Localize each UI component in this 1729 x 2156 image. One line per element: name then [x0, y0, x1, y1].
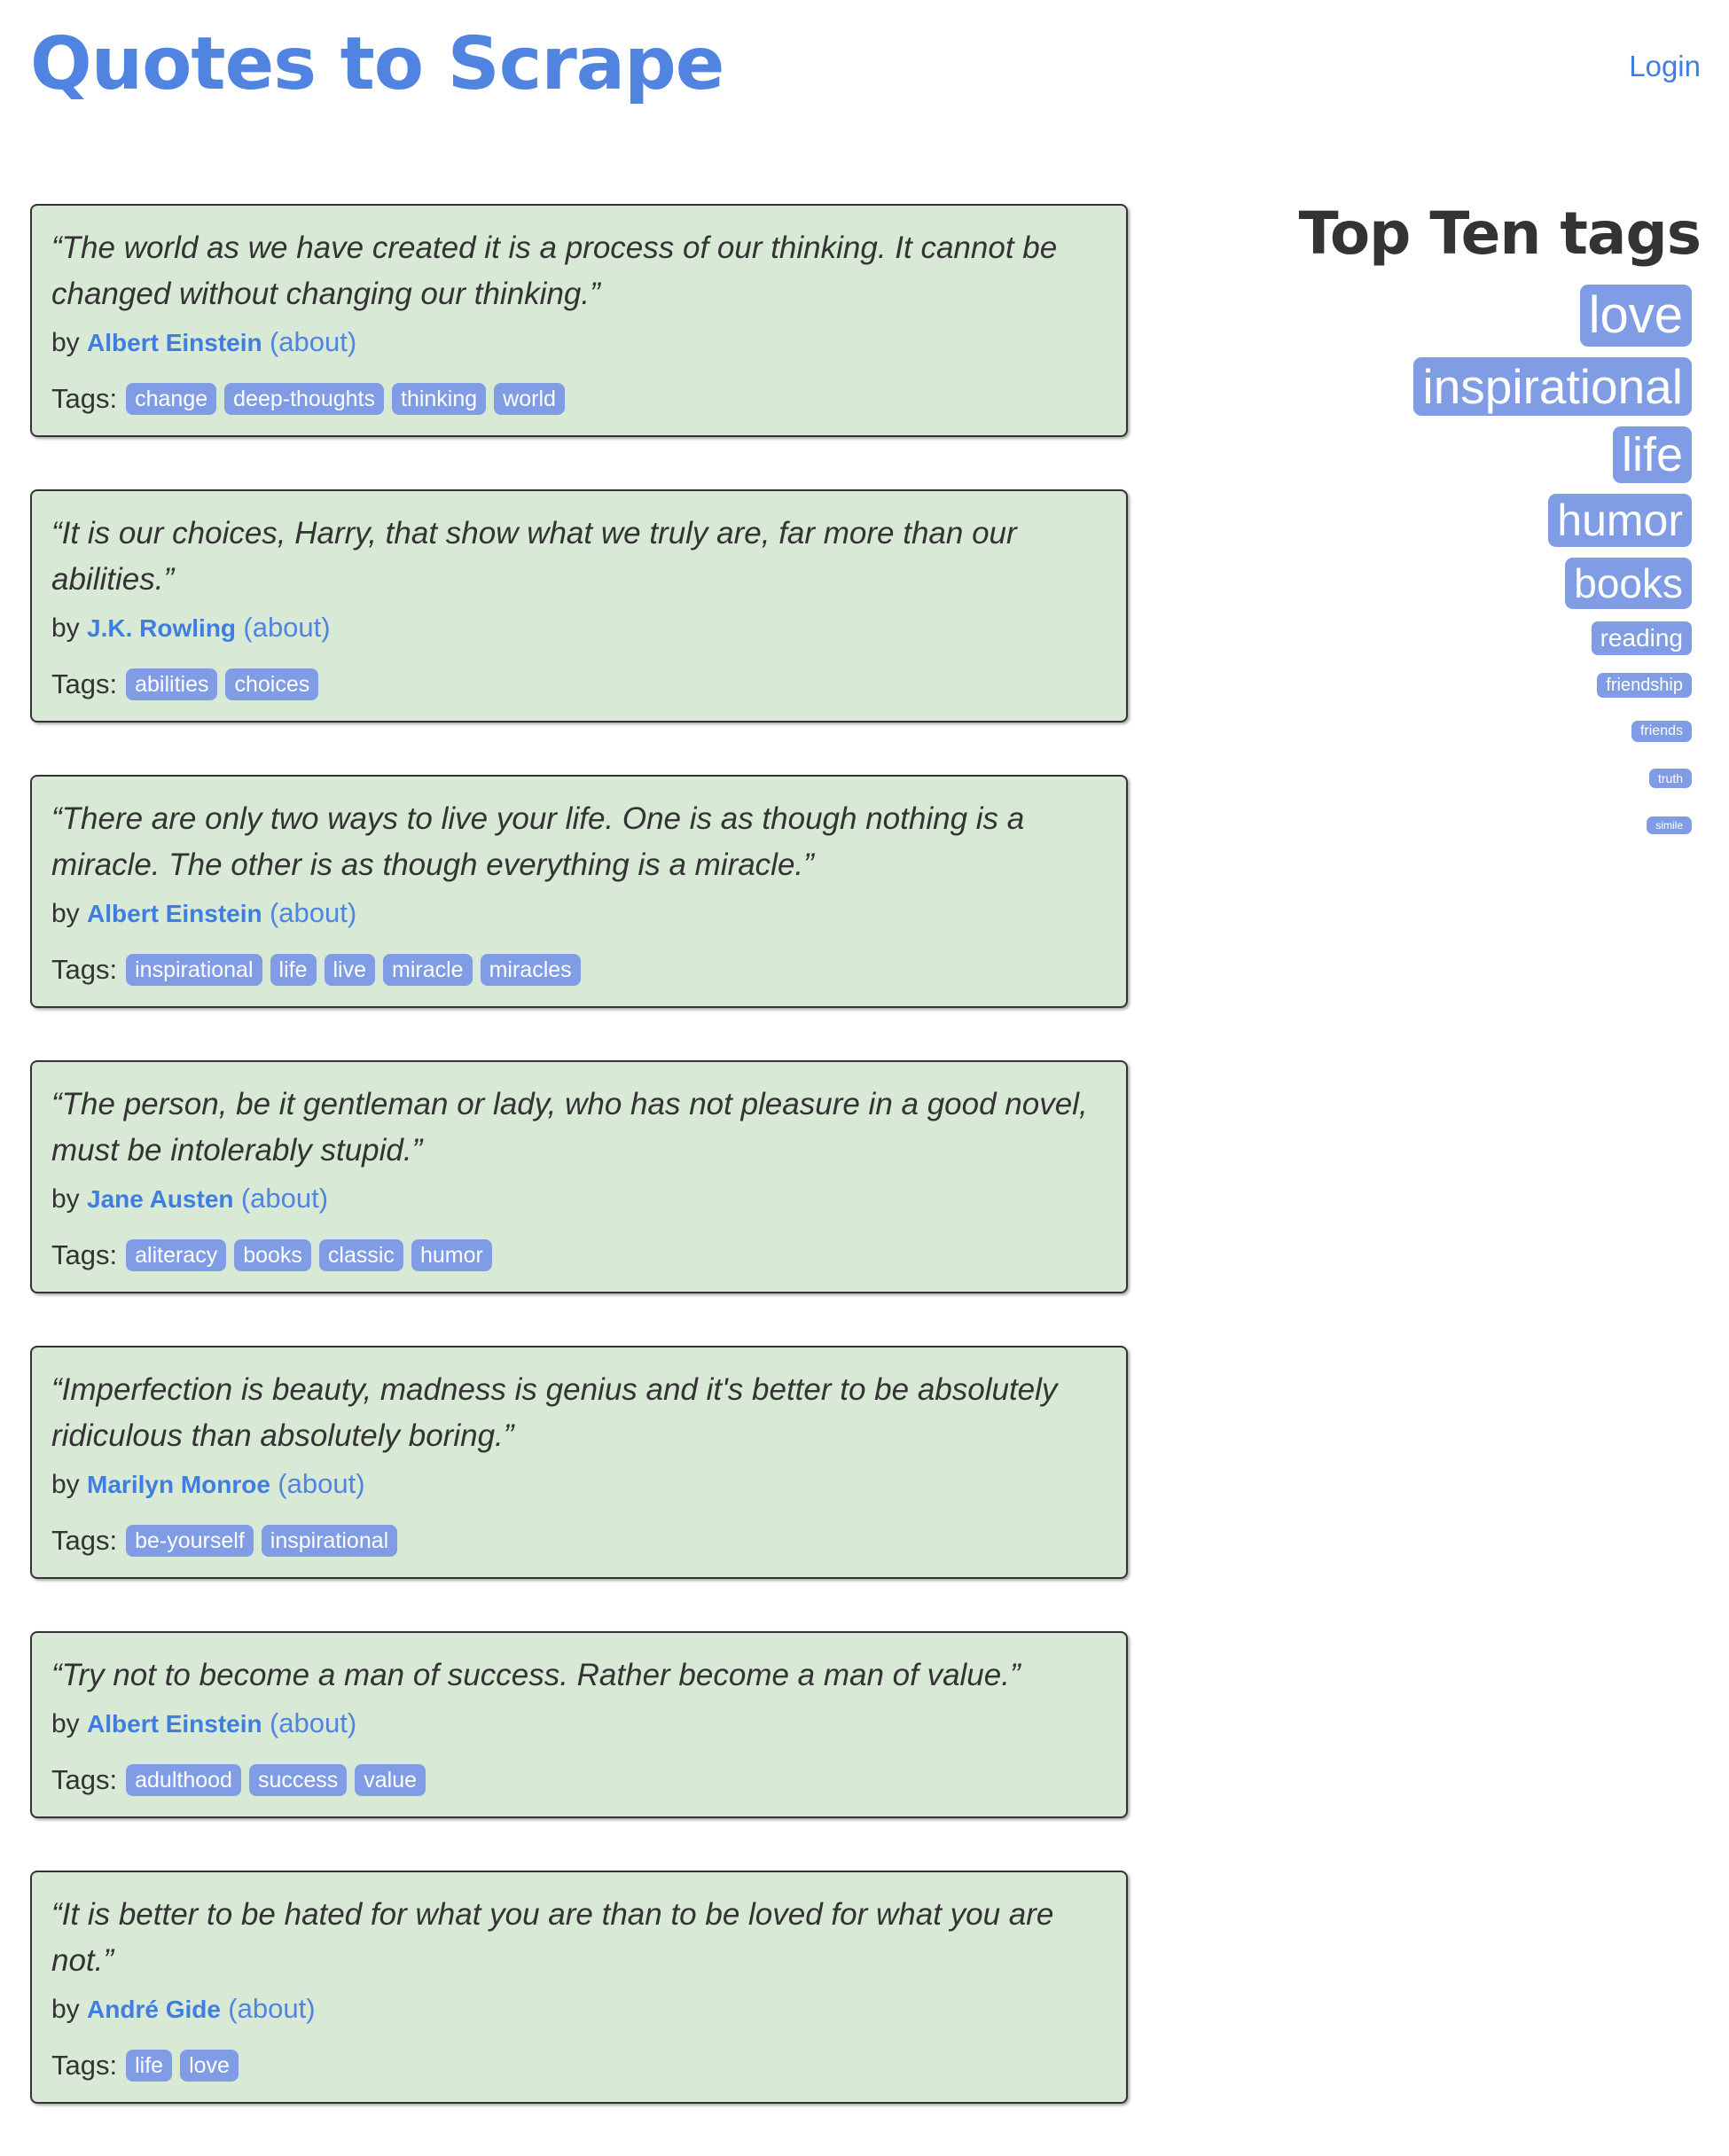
top-tag-link[interactable]: reading [1591, 621, 1692, 655]
tag-link[interactable]: live [324, 954, 376, 986]
tags-line: Tags: aliteracy books classic humor [51, 1237, 1107, 1274]
quote-author-line: by Marilyn Monroe (about) [51, 1466, 1107, 1503]
tags-line: Tags: life love [51, 2047, 1107, 2084]
author-name: Albert Einstein [87, 900, 262, 927]
by-label: by [51, 1709, 80, 1738]
top-tags-sidebar: Top Ten tags love inspirational life hum… [1240, 199, 1702, 834]
site-title-link[interactable]: Quotes to Scrape [30, 28, 724, 101]
by-label: by [51, 1995, 80, 2024]
quote-author-line: by Albert Einstein (about) [51, 324, 1107, 361]
tag-link[interactable]: aliteracy [126, 1239, 227, 1271]
author-name: J.K. Rowling [87, 614, 237, 642]
by-label: by [51, 1184, 80, 1214]
tags-label: Tags: [51, 383, 118, 414]
about-author-link[interactable]: (about) [270, 897, 356, 928]
top-tag-link[interactable]: humor [1548, 493, 1692, 547]
author-name: Albert Einstein [87, 1710, 262, 1738]
tag-link[interactable]: adulthood [126, 1764, 241, 1796]
author-name: Albert Einstein [87, 329, 262, 356]
top-tag-link[interactable]: love [1579, 284, 1692, 347]
tag-link[interactable]: miracle [383, 954, 473, 986]
tag-link[interactable]: inspirational [126, 954, 262, 986]
quote-author-line: by Jane Austen (about) [51, 1181, 1107, 1217]
top-tag-link[interactable]: friendship [1597, 672, 1692, 698]
by-label: by [51, 1470, 80, 1499]
author-name: André Gide [87, 1996, 221, 2023]
tag-link[interactable]: inspirational [261, 1525, 398, 1557]
about-author-link[interactable]: (about) [270, 326, 356, 357]
tag-link[interactable]: miracles [480, 954, 581, 986]
tag-link[interactable]: abilities [126, 668, 218, 700]
tag-link[interactable]: life [126, 2050, 173, 2082]
quote-author-line: by Albert Einstein (about) [51, 895, 1107, 932]
tag-link[interactable]: world [494, 383, 565, 415]
tag-link[interactable]: thinking [392, 383, 487, 415]
quote-author-line: by André Gide (about) [51, 1991, 1107, 2027]
top-tag-link[interactable]: books [1565, 557, 1692, 609]
quote-card: “There are only two ways to live your li… [30, 775, 1128, 1008]
author-name: Jane Austen [87, 1185, 234, 1213]
quote-author-line: by J.K. Rowling (about) [51, 610, 1107, 646]
quote-text: “The world as we have created it is a pr… [51, 230, 1058, 311]
tags-line: Tags: adulthood success value [51, 1762, 1107, 1799]
tags-line: Tags: abilities choices [51, 666, 1107, 703]
page: Quotes to Scrape Login “The world as we … [0, 0, 1729, 2156]
quote-card: “It is our choices, Harry, that show wha… [30, 489, 1128, 723]
quote-text: “Imperfection is beauty, madness is geni… [51, 1372, 1058, 1453]
tag-link[interactable]: change [126, 383, 217, 415]
top-tag-link[interactable]: truth [1648, 768, 1692, 788]
by-label: by [51, 613, 80, 643]
tags-label: Tags: [51, 1525, 118, 1556]
tag-link[interactable]: books [234, 1239, 311, 1271]
quote-card: “Try not to become a man of success. Rat… [30, 1631, 1128, 1818]
quote-card: “It is better to be hated for what you a… [30, 1871, 1128, 2104]
tags-label: Tags: [51, 1764, 118, 1795]
top-tag-link[interactable]: simile [1647, 816, 1692, 834]
tag-link[interactable]: classic [318, 1239, 403, 1271]
tag-link[interactable]: humor [411, 1239, 492, 1271]
quote-author-line: by Albert Einstein (about) [51, 1706, 1107, 1742]
top-tag-link[interactable]: life [1612, 426, 1692, 483]
quote-text: “The person, be it gentleman or lady, wh… [51, 1087, 1088, 1168]
quote-text: “Try not to become a man of success. Rat… [51, 1658, 1021, 1692]
quote-text: “There are only two ways to live your li… [51, 801, 1025, 882]
tags-label: Tags: [51, 1239, 118, 1270]
about-author-link[interactable]: (about) [278, 1468, 364, 1499]
about-author-link[interactable]: (about) [270, 1707, 356, 1738]
about-author-link[interactable]: (about) [243, 612, 330, 643]
quote-text: “It is better to be hated for what you a… [51, 1897, 1054, 1978]
top-tag-link[interactable]: inspirational [1413, 356, 1692, 416]
tags-label: Tags: [51, 954, 118, 985]
tag-link[interactable]: love [180, 2050, 239, 2082]
tags-line: Tags: inspirational life live miracle mi… [51, 951, 1107, 988]
tags-line: Tags: be-yourself inspirational [51, 1522, 1107, 1559]
author-name: Marilyn Monroe [87, 1471, 270, 1498]
tag-link[interactable]: value [355, 1764, 426, 1796]
top-tag-link[interactable]: friends [1631, 720, 1692, 742]
quotes-list: “The world as we have created it is a pr… [30, 204, 1128, 2156]
tags-label: Tags: [51, 2050, 118, 2081]
quote-card: “The world as we have created it is a pr… [30, 204, 1128, 437]
top-tags-heading: Top Ten tags [1298, 199, 1702, 268]
tags-label: Tags: [51, 668, 118, 699]
tags-line: Tags: change deep-thoughts thinking worl… [51, 380, 1107, 418]
quote-text: “It is our choices, Harry, that show wha… [51, 516, 1017, 597]
quote-card: “The person, be it gentleman or lady, wh… [30, 1060, 1128, 1293]
about-author-link[interactable]: (about) [241, 1183, 328, 1214]
tag-link[interactable]: deep-thoughts [224, 383, 384, 415]
by-label: by [51, 899, 80, 928]
quote-card: “Imperfection is beauty, madness is geni… [30, 1346, 1128, 1579]
tag-link[interactable]: be-yourself [126, 1525, 254, 1557]
about-author-link[interactable]: (about) [228, 1993, 315, 2024]
tag-link[interactable]: choices [225, 668, 319, 700]
login-link[interactable]: Login [1629, 50, 1701, 83]
tag-link[interactable]: success [248, 1764, 348, 1796]
by-label: by [51, 328, 80, 357]
tag-link[interactable]: life [270, 954, 317, 986]
